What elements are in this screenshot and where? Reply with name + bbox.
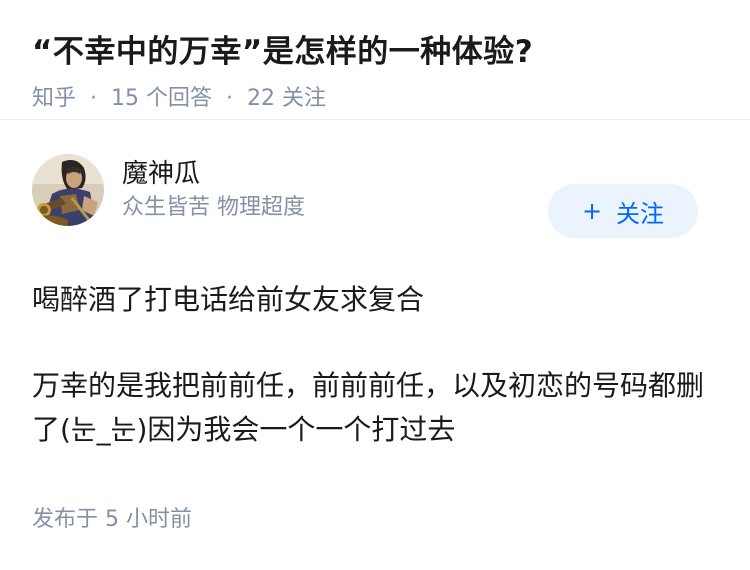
follow-count[interactable]: 22 关注 [247,84,326,114]
author-bio: 众生皆苦 物理超度 [122,195,305,220]
avatar[interactable] [32,154,104,226]
meta-separator: · [90,86,98,111]
meta-separator: · [226,86,234,111]
question-title[interactable]: “不幸中的万幸”是怎样的一种体验? [32,30,718,74]
answer-paragraph: 万幸的是我把前前任，前前前任，以及初恋的号码都删了(눈_눈)因为我会一个一个打过… [32,369,705,446]
answer-content: 喝醉酒了打电话给前女友求复合 万幸的是我把前前任，前前前任，以及初恋的号码都删了… [32,278,718,452]
follow-button-label: 关注 [616,199,665,228]
question-header: “不幸中的万幸”是怎样的一种体验? 知乎 · 15 个回答 · 22 关注 [0,0,750,120]
author-name[interactable]: 魔神瓜 [122,156,305,192]
plus-icon: + [581,197,603,225]
answer-card: 魔神瓜 众生皆苦 物理超度 + 关注 喝醉酒了打电话给前女友求复合 万幸的是我把… [0,120,750,452]
author-row: 魔神瓜 众生皆苦 物理超度 + 关注 [32,120,718,250]
author-info: 魔神瓜 众生皆苦 物理超度 [122,156,305,224]
publish-time: 发布于 5 小时前 [32,507,192,532]
answer-count[interactable]: 15 个回答 [111,84,212,114]
follow-button[interactable]: + 关注 [548,184,698,238]
question-meta: 知乎 · 15 个回答 · 22 关注 [32,84,718,114]
answer-paragraph: 喝醉酒了打电话给前女友求复合 [32,283,425,316]
source-label[interactable]: 知乎 [32,84,76,114]
avatar-warrior-icon [32,154,104,226]
